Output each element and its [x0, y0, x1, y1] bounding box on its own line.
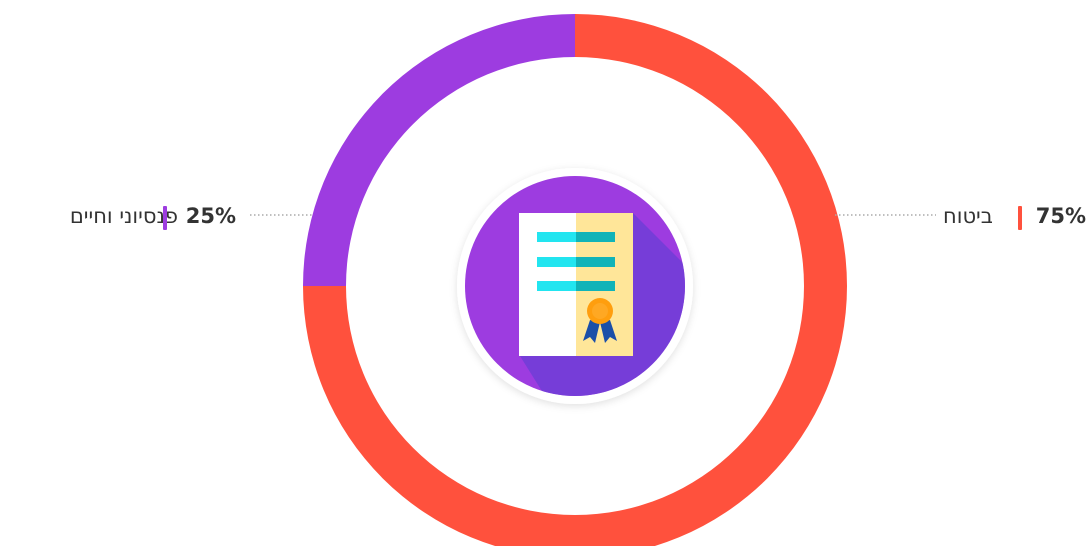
slice-value-insurance: 75%: [1036, 204, 1086, 228]
slice-label-pension-life: פנסיוני וחיים: [70, 204, 178, 228]
donut-chart: ביטוח 75% פנסיוני וחיים 25%: [70, 14, 1086, 546]
legend-marker-insurance: [1018, 206, 1022, 230]
legend-left: פנסיוני וחיים 25%: [70, 204, 314, 230]
slice-value-pension-life: 25%: [186, 204, 236, 228]
slice-label-insurance: ביטוח: [943, 204, 993, 228]
center-badge: [457, 168, 693, 404]
legend-marker-pension-life: [163, 206, 167, 230]
legend-right: ביטוח 75%: [835, 204, 1086, 230]
